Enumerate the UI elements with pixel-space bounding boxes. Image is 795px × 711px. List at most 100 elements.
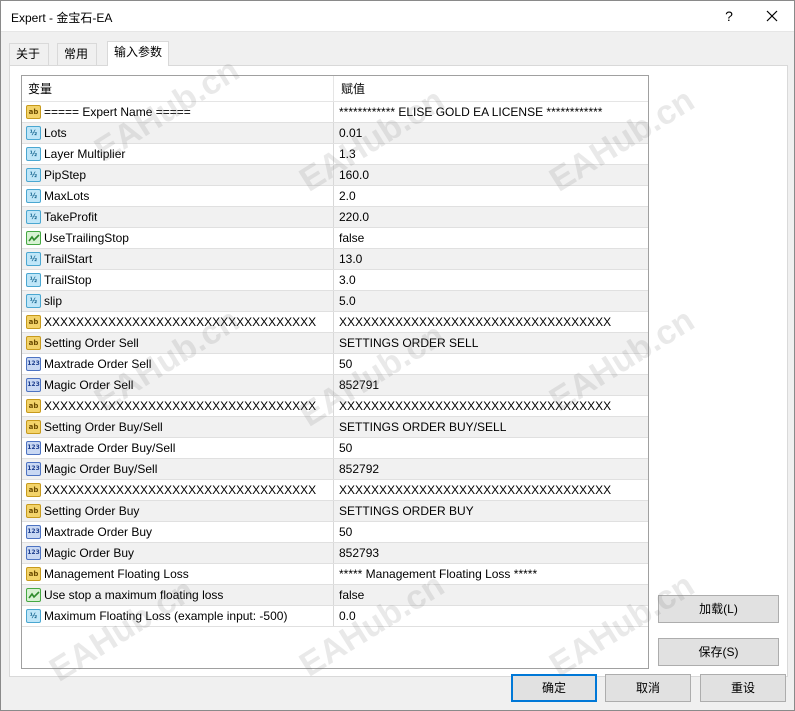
parameter-row[interactable]: ½ MaxLots 2.0 bbox=[22, 186, 648, 207]
variable-name: Lots bbox=[44, 126, 67, 140]
value-cell[interactable]: SETTINGS ORDER BUY/SELL bbox=[335, 417, 648, 437]
value-cell[interactable]: SETTINGS ORDER SELL bbox=[335, 333, 648, 353]
variable-cell[interactable]: ½ Maximum Floating Loss (example input: -… bbox=[22, 606, 334, 626]
parameter-row[interactable]: 123 Maxtrade Order Buy/Sell 50 bbox=[22, 438, 648, 459]
value-cell[interactable]: 50 bbox=[335, 438, 648, 458]
variable-cell[interactable]: ½ MaxLots bbox=[22, 186, 334, 206]
integer-type-icon: 123 bbox=[26, 462, 41, 476]
value-cell[interactable]: ************ ELISE GOLD EA LICENSE *****… bbox=[335, 102, 648, 122]
parameter-row[interactable]: ½ TrailStart 13.0 bbox=[22, 249, 648, 270]
parameter-row[interactable]: ½ slip 5.0 bbox=[22, 291, 648, 312]
parameter-row[interactable]: ab Setting Order Buy/Sell SETTINGS ORDER B… bbox=[22, 417, 648, 438]
parameter-row[interactable]: 123 Magic Order Buy 852793 bbox=[22, 543, 648, 564]
variable-cell[interactable]: 123 Magic Order Buy/Sell bbox=[22, 459, 334, 479]
header-value[interactable]: 赋值 bbox=[335, 76, 648, 102]
variable-cell[interactable]: ½ slip bbox=[22, 291, 334, 311]
save-button[interactable]: 保存(S) bbox=[658, 638, 779, 666]
variable-cell[interactable]: 123 Maxtrade Order Buy/Sell bbox=[22, 438, 334, 458]
value-cell[interactable]: false bbox=[335, 585, 648, 605]
value-cell[interactable]: 50 bbox=[335, 354, 648, 374]
tab-about[interactable]: 关于 bbox=[9, 43, 49, 65]
value-cell[interactable]: XXXXXXXXXXXXXXXXXXXXXXXXXXXXXXXXXX bbox=[335, 312, 648, 332]
value-cell[interactable]: 220.0 bbox=[335, 207, 648, 227]
parameter-row[interactable]: 123 Magic Order Sell 852791 bbox=[22, 375, 648, 396]
value-cell[interactable]: false bbox=[335, 228, 648, 248]
parameter-row[interactable]: ab ===== Expert Name ===== ************ EL… bbox=[22, 102, 648, 123]
help-icon[interactable]: ? bbox=[719, 5, 739, 27]
variable-name: Maxtrade Order Buy/Sell bbox=[44, 441, 176, 455]
variable-cell[interactable]: ab XXXXXXXXXXXXXXXXXXXXXXXXXXXXXXXXXX bbox=[22, 396, 334, 416]
parameter-row[interactable]: ab XXXXXXXXXXXXXXXXXXXXXXXXXXXXXXXXXX XXXX… bbox=[22, 480, 648, 501]
tab-inputs[interactable]: 输入参数 bbox=[107, 41, 169, 66]
string-type-icon: ab bbox=[26, 420, 41, 434]
value-cell[interactable]: SETTINGS ORDER BUY bbox=[335, 501, 648, 521]
parameter-row[interactable]: 123 Magic Order Buy/Sell 852792 bbox=[22, 459, 648, 480]
parameter-row[interactable]: ab Management Floating Loss ***** Manageme… bbox=[22, 564, 648, 585]
value-cell[interactable]: 160.0 bbox=[335, 165, 648, 185]
variable-cell[interactable]: 123 Maxtrade Order Buy bbox=[22, 522, 334, 542]
close-icon[interactable] bbox=[761, 5, 783, 27]
value-cell[interactable]: 852792 bbox=[335, 459, 648, 479]
bool-type-icon bbox=[26, 231, 41, 245]
variable-cell[interactable]: ab Setting Order Sell bbox=[22, 333, 334, 353]
variable-cell[interactable]: ab Setting Order Buy bbox=[22, 501, 334, 521]
variable-cell[interactable]: ½ TrailStop bbox=[22, 270, 334, 290]
variable-cell[interactable]: 123 Maxtrade Order Sell bbox=[22, 354, 334, 374]
tab-common[interactable]: 常用 bbox=[57, 43, 97, 65]
value-cell[interactable]: 5.0 bbox=[335, 291, 648, 311]
variable-cell[interactable]: 123 Magic Order Sell bbox=[22, 375, 334, 395]
parameter-row[interactable]: 123 Maxtrade Order Sell 50 bbox=[22, 354, 648, 375]
variable-cell[interactable]: 123 Magic Order Buy bbox=[22, 543, 334, 563]
variable-cell[interactable]: ½ TrailStart bbox=[22, 249, 334, 269]
parameter-row[interactable]: ½ PipStep 160.0 bbox=[22, 165, 648, 186]
parameter-row[interactable]: Use stop a maximum floating loss false bbox=[22, 585, 648, 606]
parameter-row[interactable]: ½ Layer Multiplier 1.3 bbox=[22, 144, 648, 165]
variable-name: Management Floating Loss bbox=[44, 567, 189, 581]
parameter-row[interactable]: ½ TrailStop 3.0 bbox=[22, 270, 648, 291]
header-variable[interactable]: 变量 bbox=[22, 76, 334, 102]
window-title: Expert - 金宝石-EA bbox=[11, 11, 113, 25]
parameter-row[interactable]: ab XXXXXXXXXXXXXXXXXXXXXXXXXXXXXXXXXX XXXX… bbox=[22, 312, 648, 333]
variable-cell[interactable]: ½ Lots bbox=[22, 123, 334, 143]
value-cell[interactable]: 50 bbox=[335, 522, 648, 542]
cancel-button[interactable]: 取消 bbox=[605, 674, 691, 702]
variable-cell[interactable]: ½ PipStep bbox=[22, 165, 334, 185]
variable-cell[interactable]: ab XXXXXXXXXXXXXXXXXXXXXXXXXXXXXXXXXX bbox=[22, 312, 334, 332]
value-cell[interactable]: XXXXXXXXXXXXXXXXXXXXXXXXXXXXXXXXXX bbox=[335, 480, 648, 500]
value-cell[interactable]: 852793 bbox=[335, 543, 648, 563]
value-cell[interactable]: 13.0 bbox=[335, 249, 648, 269]
double-type-icon: ½ bbox=[26, 168, 41, 182]
parameter-row[interactable]: ½ Lots 0.01 bbox=[22, 123, 648, 144]
variable-cell[interactable]: Use stop a maximum floating loss bbox=[22, 585, 334, 605]
value-cell[interactable]: 0.01 bbox=[335, 123, 648, 143]
parameter-row[interactable]: ab XXXXXXXXXXXXXXXXXXXXXXXXXXXXXXXXXX XXXX… bbox=[22, 396, 648, 417]
parameter-row[interactable]: ½ TakeProfit 220.0 bbox=[22, 207, 648, 228]
value-cell[interactable]: 1.3 bbox=[335, 144, 648, 164]
value-cell[interactable]: XXXXXXXXXXXXXXXXXXXXXXXXXXXXXXXXXX bbox=[335, 396, 648, 416]
variable-name: TrailStart bbox=[44, 252, 93, 266]
reset-button[interactable]: 重设 bbox=[700, 674, 786, 702]
variable-name: Maximum Floating Loss (example input: -5… bbox=[44, 609, 288, 623]
variable-cell[interactable]: ½ Layer Multiplier bbox=[22, 144, 334, 164]
integer-type-icon: 123 bbox=[26, 441, 41, 455]
parameter-row[interactable]: ab Setting Order Sell SETTINGS ORDER SELL bbox=[22, 333, 648, 354]
variable-cell[interactable]: ab XXXXXXXXXXXXXXXXXXXXXXXXXXXXXXXXXX bbox=[22, 480, 334, 500]
variable-cell[interactable]: UseTrailingStop bbox=[22, 228, 334, 248]
variable-name: MaxLots bbox=[44, 189, 90, 203]
value-cell[interactable]: ***** Management Floating Loss ***** bbox=[335, 564, 648, 584]
parameter-row[interactable]: UseTrailingStop false bbox=[22, 228, 648, 249]
variable-cell[interactable]: ab Setting Order Buy/Sell bbox=[22, 417, 334, 437]
parameter-row[interactable]: ab Setting Order Buy SETTINGS ORDER BUY bbox=[22, 501, 648, 522]
variable-cell[interactable]: ab Management Floating Loss bbox=[22, 564, 334, 584]
value-cell[interactable]: 852791 bbox=[335, 375, 648, 395]
load-button[interactable]: 加载(L) bbox=[658, 595, 779, 623]
parameter-row[interactable]: ½ Maximum Floating Loss (example input: -… bbox=[22, 606, 648, 627]
value-cell[interactable]: 0.0 bbox=[335, 606, 648, 626]
parameter-row[interactable]: 123 Maxtrade Order Buy 50 bbox=[22, 522, 648, 543]
variable-cell[interactable]: ab ===== Expert Name ===== bbox=[22, 102, 334, 122]
value-cell[interactable]: 3.0 bbox=[335, 270, 648, 290]
value-cell[interactable]: 2.0 bbox=[335, 186, 648, 206]
variable-name: Setting Order Buy bbox=[44, 504, 140, 518]
variable-cell[interactable]: ½ TakeProfit bbox=[22, 207, 334, 227]
ok-button[interactable]: 确定 bbox=[511, 674, 597, 702]
